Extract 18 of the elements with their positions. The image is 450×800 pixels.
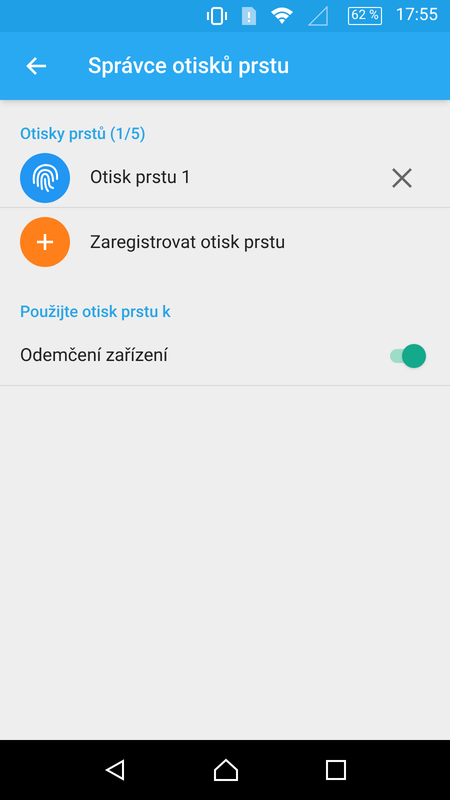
wifi-icon <box>270 6 294 26</box>
close-icon[interactable] <box>390 166 414 190</box>
battery-indicator: 62 % <box>348 7 382 25</box>
home-button[interactable] <box>213 758 239 782</box>
screen-title: Správce otisků prstu <box>88 52 290 80</box>
sim-alert-icon <box>242 7 256 25</box>
clock: 17:55 <box>396 4 438 28</box>
fingerprint-label: Otisk prstu 1 <box>90 166 192 190</box>
recents-button[interactable] <box>325 759 347 781</box>
add-fingerprint-button[interactable]: Zaregistrovat otisk prstu <box>0 208 450 276</box>
vibrate-icon <box>206 7 228 25</box>
back-nav-button[interactable] <box>103 758 127 782</box>
signal-icon <box>308 6 328 26</box>
fingerprint-icon <box>20 152 70 202</box>
setting-label: Odemčení zařízení <box>20 344 168 368</box>
section-header: Otisky prstů (1/5) <box>20 123 146 145</box>
plus-icon <box>20 217 70 267</box>
section-header: Použijte otisk prstu k <box>20 301 172 323</box>
